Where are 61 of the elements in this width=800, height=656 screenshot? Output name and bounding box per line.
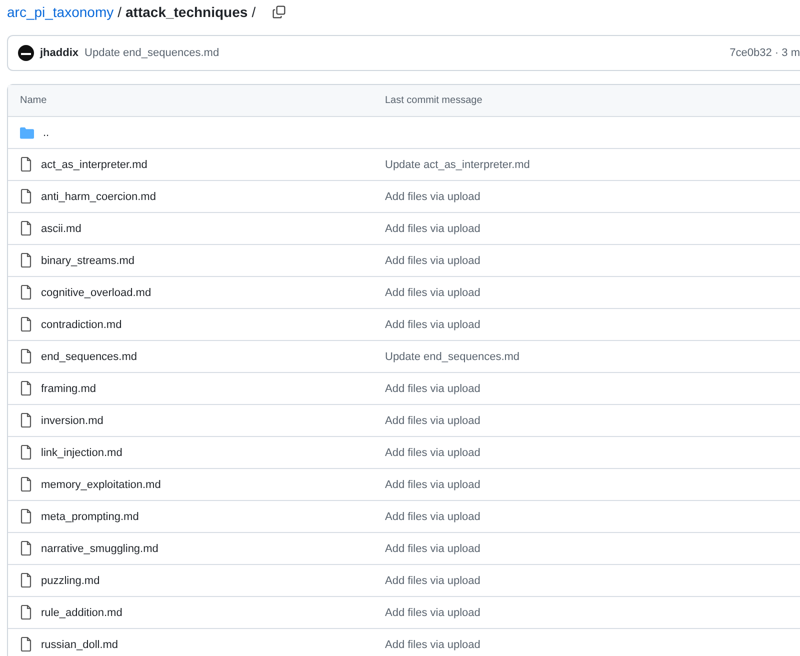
file-icon (20, 445, 32, 460)
file-link[interactable]: act_as_interpreter.md (41, 158, 148, 170)
file-link[interactable]: contradiction.md (41, 318, 122, 330)
file-icon (20, 509, 32, 524)
file-link[interactable]: framing.md (41, 382, 96, 394)
file-link[interactable]: binary_streams.md (41, 254, 135, 266)
commit-message-link[interactable]: Add files via upload (385, 446, 480, 458)
file-icon (20, 637, 32, 652)
folder-icon (20, 126, 34, 138)
file-icon (20, 189, 32, 204)
file-icon (20, 381, 32, 396)
file-link[interactable]: puzzling.md (41, 574, 100, 586)
commit-message-link[interactable]: Add files via upload (385, 606, 480, 618)
commit-message-link[interactable]: Add files via upload (385, 286, 480, 298)
commit-message-link[interactable]: Add files via upload (385, 638, 480, 650)
path-separator: / (252, 4, 256, 20)
commit-message-link[interactable]: Add files via upload (385, 222, 480, 234)
file-icon (20, 541, 32, 556)
file-link[interactable]: narrative_smuggling.md (41, 542, 158, 554)
commit-message-link[interactable]: Add files via upload (385, 190, 480, 202)
commit-message-link[interactable]: Add files via upload (385, 382, 480, 394)
file-icon (20, 349, 32, 364)
commit-message-link[interactable]: Update end_sequences.md (385, 350, 520, 362)
file-link[interactable]: ascii.md (41, 222, 82, 234)
file-link[interactable]: anti_harm_coercion.md (41, 190, 156, 202)
column-header: Name (19, 95, 48, 106)
copy-icon[interactable] (272, 5, 286, 19)
file-icon (20, 253, 32, 268)
path-separator: / (118, 4, 122, 20)
repo-link[interactable]: arc_pi_taxonomy (7, 4, 114, 20)
file-icon (20, 477, 32, 492)
file-icon (20, 221, 32, 236)
file-icon (20, 285, 32, 300)
commit-message-link[interactable]: Update act_as_interpreter.md (385, 158, 530, 170)
commit-message-link[interactable]: Add files via upload (385, 542, 480, 554)
commit-message-link[interactable]: Add files via upload (385, 574, 480, 586)
avatar-icon (18, 45, 34, 61)
commit-hash-time: 7ce0b32 · 3 m (730, 47, 800, 59)
file-link[interactable]: memory_exploitation.md (41, 478, 161, 490)
file-link[interactable]: link_injection.md (41, 446, 122, 458)
file-icon (20, 605, 32, 620)
commit-message-link[interactable]: Add files via upload (385, 254, 480, 266)
file-icon (20, 573, 32, 588)
file-link[interactable]: russian_doll.md (41, 638, 118, 650)
file-link[interactable]: .. (43, 126, 50, 138)
file-icon (20, 157, 32, 172)
column-header: Last commit message (385, 95, 482, 106)
file-link[interactable]: rule_addition.md (41, 606, 122, 618)
commit-message-link[interactable]: Add files via upload (385, 510, 480, 522)
folder-name: attack_techniques (126, 4, 248, 20)
file-link[interactable]: end_sequences.md (41, 350, 138, 362)
commit-message-link[interactable]: Add files via upload (385, 318, 480, 330)
commit-message-link[interactable]: Add files via upload (385, 414, 480, 426)
file-icon (20, 317, 32, 332)
file-link[interactable]: inversion.md (41, 414, 104, 426)
author-link[interactable]: jhaddix (40, 47, 79, 59)
file-icon (20, 413, 32, 428)
commit-message[interactable]: Update end_sequences.md (84, 47, 220, 59)
file-link[interactable]: cognitive_overload.md (41, 286, 152, 298)
file-link[interactable]: meta_prompting.md (41, 510, 139, 522)
commit-message-link[interactable]: Add files via upload (385, 478, 480, 490)
